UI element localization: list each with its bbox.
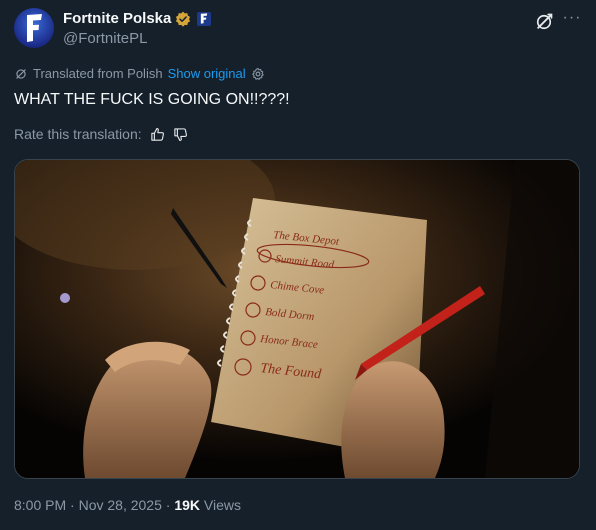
- thumbs-down-icon[interactable]: [173, 127, 188, 142]
- translation-notice: Translated from Polish Show original: [14, 66, 265, 81]
- show-original-link[interactable]: Show original: [168, 66, 246, 81]
- gear-icon[interactable]: [251, 67, 265, 81]
- tweet-date[interactable]: Nov 28, 2025: [79, 497, 162, 513]
- tweet-meta: 8:00 PM · Nov 28, 2025 · 19K Views: [14, 497, 241, 513]
- avatar[interactable]: [14, 8, 54, 48]
- views-count: 19K: [174, 497, 201, 513]
- tweet-text: WHAT THE FUCK IS GOING ON!!???!: [14, 91, 290, 108]
- rate-label: Rate this translation:: [14, 126, 142, 142]
- rate-translation: Rate this translation:: [14, 126, 188, 142]
- affiliate-badge-icon[interactable]: [197, 11, 212, 26]
- more-options-icon[interactable]: ···: [562, 10, 582, 30]
- user-handle[interactable]: @FortnitePL: [63, 30, 147, 47]
- tweet-header: Fortnite Polska @FortnitePL ···: [14, 6, 582, 50]
- tweet-time[interactable]: 8:00 PM: [14, 497, 66, 513]
- grok-icon[interactable]: [534, 12, 554, 32]
- notebook-photo: The Box Depot Summit Road Chime Cove Bol…: [15, 160, 579, 478]
- verified-badge-icon[interactable]: [175, 11, 191, 27]
- thumbs-up-icon[interactable]: [150, 127, 165, 142]
- display-name[interactable]: Fortnite Polska: [63, 10, 171, 27]
- views-label: Views: [203, 497, 242, 513]
- media-image[interactable]: The Box Depot Summit Road Chime Cove Bol…: [14, 159, 580, 479]
- grok-small-icon: [16, 68, 26, 79]
- name-row: Fortnite Polska: [63, 10, 212, 27]
- fortnite-logo-icon: [27, 14, 42, 42]
- meta-separator: ·: [70, 497, 79, 513]
- translated-label: Translated from Polish: [33, 66, 163, 81]
